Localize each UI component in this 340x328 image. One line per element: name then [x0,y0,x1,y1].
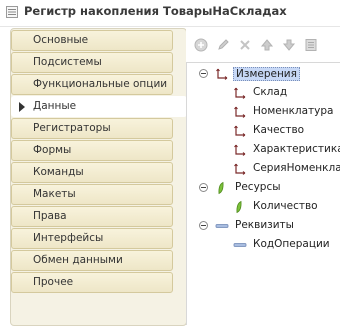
attribute-icon [233,243,247,247]
nav-item-templates[interactable]: Макеты [11,184,173,205]
nav-item-label: Данные [33,100,77,112]
tree-item-label: Качество [253,124,305,136]
nav-item-interfaces[interactable]: Интерфейсы [11,228,173,249]
dimension-icon [234,87,246,99]
tree-group-attributes[interactable]: Реквизиты [187,217,340,235]
tree-item-label: СерияНоменклат [253,162,340,174]
nav-item-main[interactable]: Основные [11,30,173,51]
tree-toolbar [186,36,340,56]
tree-item[interactable]: Склад [187,84,340,102]
nav-item-label: Обмен данными [33,254,123,266]
resource-icon [218,181,224,195]
dimension-icon [216,68,228,80]
tree-item[interactable]: ХарактеристикаН [187,141,340,159]
nav-item-label: Интерфейсы [33,232,104,244]
dimension-icon [234,163,246,175]
register-icon [6,6,18,18]
nav-item-label: Основные [33,34,89,46]
tree-group-dimensions[interactable]: Измерения [187,65,340,83]
dimension-icon [234,125,246,137]
nav-item-other[interactable]: Прочее [11,272,173,293]
dimension-icon [234,106,246,118]
tree-group-label: Измерения [233,67,300,81]
nav-item-label: Формы [33,144,72,156]
sort-icon[interactable] [304,38,318,52]
nav-item-label: Прочее [33,276,74,288]
collapse-icon[interactable] [199,183,208,192]
data-pane: Измерения Склад Номенклатура Качество Ха… [186,28,340,328]
nav-item-label: Команды [33,166,84,178]
nav-item-data[interactable]: Данные [11,96,187,117]
window-title: Регистр накопления ТоварыНаСкладах [24,4,287,18]
nav-item-label: Макеты [33,188,76,200]
collapse-icon[interactable] [199,221,208,230]
tree-item[interactable]: Качество [187,122,340,140]
add-icon[interactable] [194,38,208,52]
nav-item-subsystems[interactable]: Подсистемы [11,52,173,73]
delete-icon[interactable] [238,38,252,52]
attribute-icon [215,224,229,228]
nav-item-rights[interactable]: Права [11,206,173,227]
tree-item[interactable]: СерияНоменклат [187,160,340,178]
tree-group-resources[interactable]: Ресурсы [187,179,340,197]
move-down-icon[interactable] [282,38,296,52]
nav-item-label: Функциональные опции [33,78,168,90]
tree-item-label: Номенклатура [253,105,334,117]
tree-item-label: КодОперации [253,238,330,250]
tree-group-label: Реквизиты [235,219,294,231]
resource-icon [236,200,242,214]
collapse-icon[interactable] [199,69,208,78]
tree-item-label: Склад [253,86,288,98]
nav-item-functional-options[interactable]: Функциональные опции [11,74,173,95]
nav-item-commands[interactable]: Команды [11,162,173,183]
nav-item-label: Подсистемы [33,56,102,68]
tree-item[interactable]: Номенклатура [187,103,340,121]
nav-item-forms[interactable]: Формы [11,140,173,161]
move-up-icon[interactable] [260,38,274,52]
dimension-icon [234,144,246,156]
nav-item-registrars[interactable]: Регистраторы [11,118,173,139]
title-bar: Регистр накопления ТоварыНаСкладах [0,0,340,27]
tree-item-label: ХарактеристикаН [253,143,340,155]
nav-item-data-exchange[interactable]: Обмен данными [11,250,173,271]
tree-item[interactable]: КодОперации [187,236,340,254]
edit-icon[interactable] [216,38,230,52]
nav-item-label: Регистраторы [33,122,111,134]
sections-nav: Основные Подсистемы Функциональные опции… [10,28,187,326]
tree-item[interactable]: Количество [187,198,340,216]
structure-tree: Измерения Склад Номенклатура Качество Ха… [186,62,340,325]
selected-arrow-icon [19,102,25,112]
nav-item-label: Права [33,210,67,222]
tree-item-label: Количество [253,200,318,212]
tree-group-label: Ресурсы [235,181,281,193]
window: Регистр накопления ТоварыНаСкладах Основ… [0,0,340,328]
